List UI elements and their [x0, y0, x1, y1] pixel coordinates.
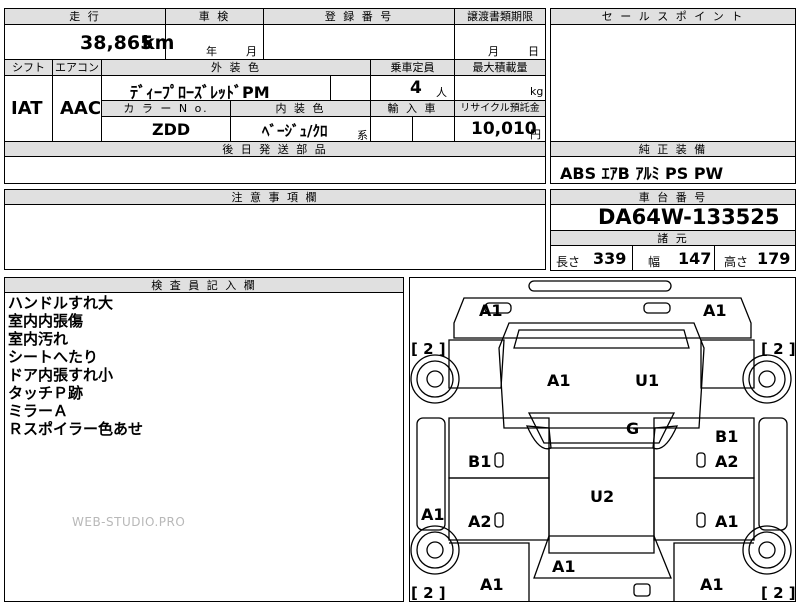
- inspection-month: 月: [246, 45, 257, 58]
- note-line: Ｒスポイラー色あせ: [8, 420, 144, 438]
- note-line: 室内汚れ: [8, 330, 69, 348]
- aircon-header: エアコン: [52, 59, 102, 76]
- shift-value: IAT: [11, 98, 43, 119]
- mark-rear-right: A1: [700, 575, 724, 594]
- recycle-unit: 円: [530, 128, 541, 141]
- transfer-month: 月: [488, 45, 499, 58]
- mark-top-left: A1: [479, 301, 503, 320]
- recycle-value: 10,010: [471, 119, 537, 139]
- aircon-value: AAC: [60, 98, 102, 119]
- sales-point-cell: [550, 24, 796, 142]
- interior-color-value: ﾍﾞｰｼﾞｭ/ｸﾛ: [262, 122, 328, 140]
- tire-label-front-right: [ 2 ]: [761, 340, 796, 358]
- tire-label-rear-left: [ 2 ]: [411, 584, 446, 601]
- sales-point-header: セ ー ル ス ポ イ ン ト: [550, 8, 796, 25]
- spec-height-label: 高さ: [724, 255, 749, 269]
- color-no-header: カ ラ ー N o.: [101, 100, 231, 117]
- mark-top-right: A1: [703, 301, 727, 320]
- max-load-header: 最大積載量: [454, 59, 546, 76]
- mark-right-door-front-b: B1: [715, 427, 738, 446]
- inspection-header: 車 検: [165, 8, 264, 25]
- mark-hood-left: A1: [547, 371, 571, 390]
- import-cell-left: [370, 116, 413, 142]
- mark-right-door-rear: A1: [715, 512, 739, 531]
- exterior-color-header: 外 装 色: [101, 59, 371, 76]
- import-header: 輸 入 車: [370, 100, 455, 117]
- chassis-number: DA64W-133525: [598, 205, 780, 229]
- registration-cell: [263, 24, 455, 60]
- mileage-header: 走 行: [4, 8, 166, 25]
- mark-roof: U2: [590, 487, 614, 506]
- tire-label-front-left: [ 2 ]: [411, 340, 446, 358]
- recycle-header: リサイクル預託金: [454, 100, 546, 117]
- note-line: タッチＰ跡: [8, 384, 84, 402]
- shift-header: シフト: [4, 59, 53, 76]
- note-line: ハンドルすれ大: [8, 294, 114, 312]
- mark-right-door-front-a: A2: [715, 452, 739, 471]
- note-line: ミラーＡ: [8, 402, 69, 420]
- capacity-header: 乗車定員: [370, 59, 455, 76]
- note-line: シートへたり: [8, 348, 99, 366]
- spec-length-label: 長さ: [556, 255, 581, 269]
- inspection-year: 年: [206, 45, 217, 58]
- import-cell-right: [412, 116, 455, 142]
- capacity-value: 4: [410, 78, 422, 98]
- mark-left-door-rear: A2: [468, 512, 492, 531]
- caution-header: 注 意 事 項 欄: [4, 189, 546, 205]
- spec-length-value: 339: [593, 249, 627, 268]
- spec-width-label: 幅: [648, 255, 661, 269]
- inspector-notes: ハンドルすれ大 室内内張傷 室内汚れ シートへたり ドア内張すれ小 タッチＰ跡 …: [8, 294, 143, 438]
- mark-rear-left: A1: [480, 575, 504, 594]
- transfer-deadline-header: 譲渡書類期限: [454, 8, 546, 25]
- mark-windshield: G: [626, 419, 639, 438]
- chassis-header: 車 台 番 号: [550, 189, 796, 205]
- capacity-unit: 人: [436, 86, 447, 99]
- later-parts-header: 後 日 発 送 部 品: [4, 141, 546, 157]
- registration-header: 登 録 番 号: [263, 8, 455, 25]
- spec-height-value: 179: [757, 249, 791, 268]
- caution-cell: [4, 204, 546, 270]
- tire-label-rear-right: [ 2 ]: [761, 584, 796, 601]
- mark-rear-center: A1: [552, 557, 576, 576]
- specs-header: 諸 元: [550, 230, 796, 246]
- equipment-value: ABS ｴｱB ｱﾙﾐ PS PW: [560, 164, 724, 183]
- interior-color-header: 内 装 色: [230, 100, 371, 117]
- equipment-header: 純 正 装 備: [550, 141, 796, 157]
- spec-width-value: 147: [678, 249, 712, 268]
- inspector-header: 検 査 員 記 入 欄: [4, 277, 404, 293]
- exterior-color-code-cell: [330, 75, 371, 101]
- color-no-value: ZDD: [152, 120, 191, 139]
- mark-left-rocker: A1: [421, 505, 445, 524]
- later-parts-cell: [4, 156, 546, 184]
- watermark: WEB-STUDIO.PRO: [72, 515, 186, 529]
- mark-left-door-front: B1: [468, 452, 491, 471]
- note-line: ドア内張すれ小: [8, 366, 114, 384]
- note-line: 室内内張傷: [8, 312, 84, 330]
- mark-hood-right: U1: [635, 371, 659, 390]
- transfer-day: 日: [528, 45, 539, 58]
- max-load-unit: kg: [530, 85, 544, 98]
- car-diagram: A1 A1 A1 U1 G B1 B1 A2 U2 A1 A2 A1 A1 A1…: [410, 280, 796, 601]
